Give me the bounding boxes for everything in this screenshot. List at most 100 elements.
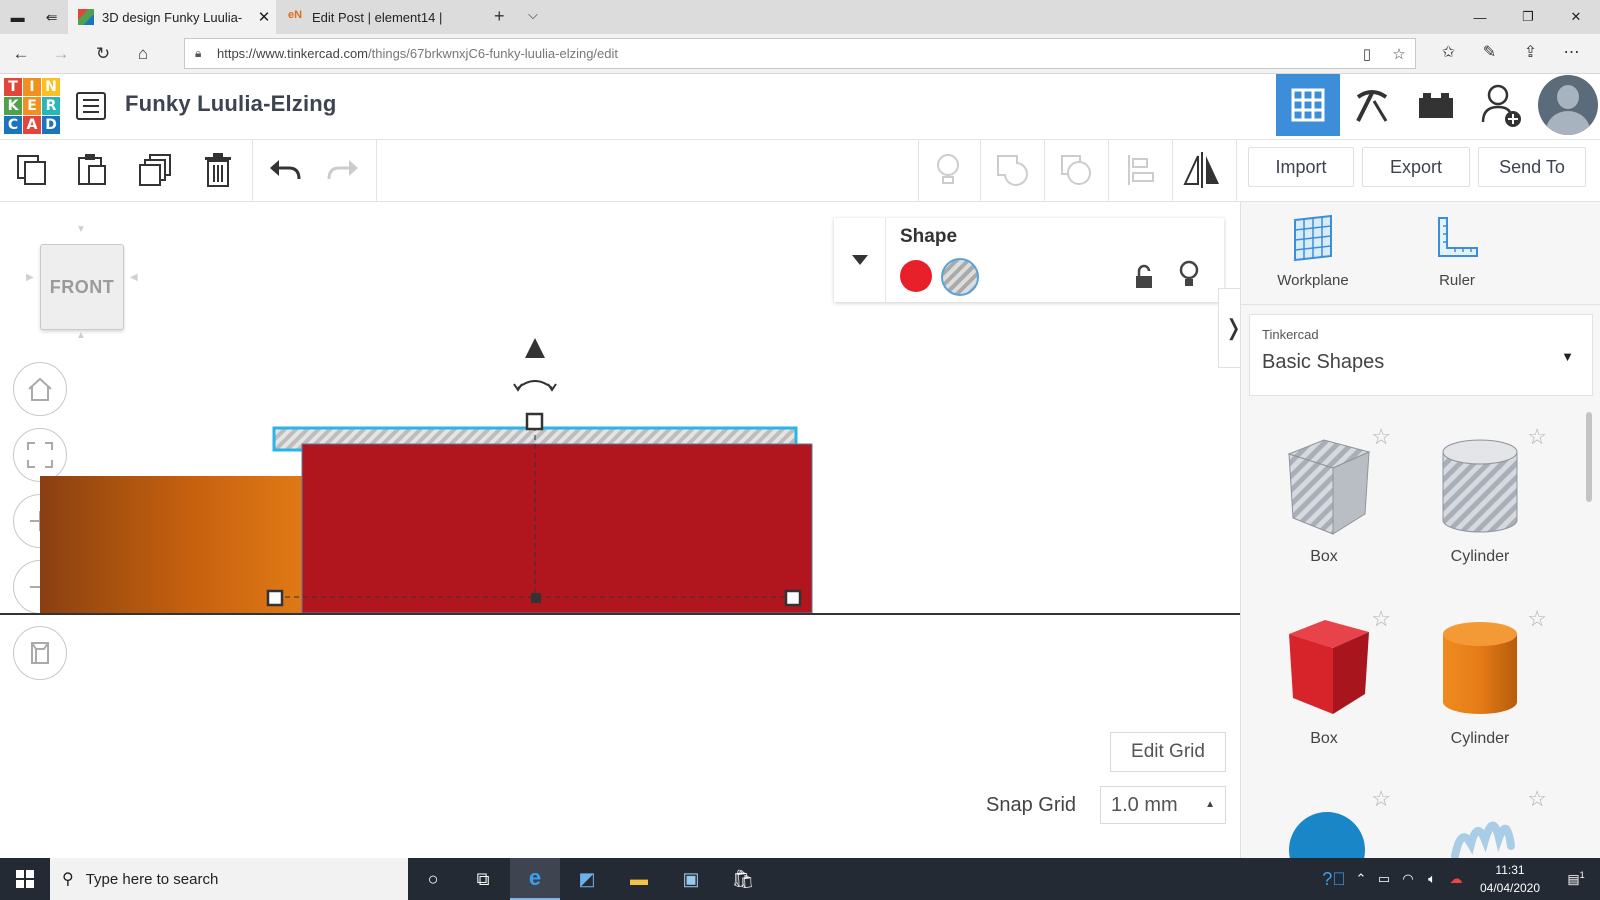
hide-shape-button[interactable] xyxy=(1178,260,1200,295)
help-icon[interactable]: ?⃝ xyxy=(1318,869,1350,890)
shape-cylinder-hole[interactable]: ☆ Cylinder xyxy=(1405,424,1555,594)
ungroup-button[interactable] xyxy=(1052,148,1100,192)
favorite-star-icon[interactable]: ☆ xyxy=(1527,424,1547,450)
tab-tinkercad[interactable]: 3D design Funky Luulia- ✕ xyxy=(68,0,276,34)
mirror-icon xyxy=(1183,152,1219,188)
logo-letter: E xyxy=(23,97,41,115)
chevron-up-icon[interactable]: ⌃ xyxy=(1350,871,1372,887)
cortana-icon[interactable]: ○ xyxy=(408,858,458,900)
export-button[interactable]: Export xyxy=(1362,147,1470,187)
task-view-icon[interactable]: ⧉ xyxy=(458,858,508,900)
collapse-panel-button[interactable] xyxy=(834,218,886,302)
rotate-handle-icon[interactable] xyxy=(517,380,553,389)
minimize-icon[interactable]: — xyxy=(1456,0,1504,34)
snap-grid-value: 1.0 mm xyxy=(1111,793,1178,816)
workplane-tool[interactable]: Workplane xyxy=(1263,214,1363,289)
red-box-shape[interactable] xyxy=(301,443,813,614)
redo-arrow-icon xyxy=(327,160,358,180)
notification-center-icon[interactable]: ▤1 xyxy=(1552,870,1600,887)
tab-set-aside-icon[interactable]: ▬ xyxy=(11,9,25,25)
taskbar-search-input[interactable]: ⚲ Type here to search xyxy=(50,858,408,900)
start-button[interactable] xyxy=(0,858,50,900)
clock-date: 04/04/2020 xyxy=(1479,881,1541,895)
more-icon[interactable]: ⋯ xyxy=(1551,42,1592,62)
tab-list-chevron-icon[interactable]: ⌵ xyxy=(528,7,538,23)
tabs-back-icon[interactable]: ⇚ xyxy=(46,9,58,26)
favorite-star-icon[interactable]: ☆ xyxy=(1371,786,1391,812)
ruler-tool[interactable]: Ruler xyxy=(1407,214,1507,289)
tab-element14[interactable]: eN Edit Post | element14 | xyxy=(278,0,478,34)
battery-icon[interactable]: ▭ xyxy=(1372,871,1396,887)
close-window-icon[interactable]: ✕ xyxy=(1552,0,1600,34)
app-icon[interactable]: ◩ xyxy=(562,858,612,900)
design-list-icon[interactable] xyxy=(76,92,106,120)
lock-shape-button[interactable] xyxy=(1134,264,1154,295)
shape-box-hole[interactable]: ☆ Box xyxy=(1249,424,1399,594)
store-icon[interactable]: 🛍︎ xyxy=(718,858,768,900)
favorites-list-icon[interactable]: ✩ xyxy=(1428,42,1469,62)
edge-browser-icon[interactable]: e xyxy=(510,858,560,900)
workplane-viewport[interactable]: ▼ ▶ ◀ ▲ FRONT Shape Edit Grid Snap Grid … xyxy=(0,202,1240,858)
home-icon[interactable]: ⌂ xyxy=(130,41,156,67)
pen-icon[interactable]: ✎ xyxy=(1469,42,1510,62)
lift-arrow-handle[interactable] xyxy=(525,338,545,358)
right-corner-handle[interactable] xyxy=(784,589,802,607)
mirror-button[interactable] xyxy=(1178,148,1226,192)
back-arrow-icon[interactable]: ← xyxy=(8,41,34,67)
close-tab-icon[interactable]: ✕ xyxy=(252,8,276,26)
tinkercad-logo[interactable]: T I N K E R C A D xyxy=(4,78,60,134)
onedrive-error-icon[interactable]: ☁︎ xyxy=(1444,871,1468,887)
url-input[interactable]: 🔒︎ https://www.tinkercad.com/things/67br… xyxy=(184,38,1416,69)
delete-button[interactable] xyxy=(194,148,242,192)
group-button[interactable] xyxy=(988,148,1036,192)
3d-design-mode-button[interactable] xyxy=(1276,74,1340,136)
shape-scribble[interactable]: ☆ xyxy=(1405,786,1555,858)
edit-grid-button[interactable]: Edit Grid xyxy=(1110,732,1226,772)
left-corner-handle[interactable] xyxy=(266,589,284,607)
share-icon[interactable]: ⇪ xyxy=(1510,42,1551,62)
shape-box-solid[interactable]: ☆ Box xyxy=(1249,606,1399,776)
hole-button[interactable] xyxy=(941,258,979,296)
align-button[interactable] xyxy=(1116,148,1164,192)
import-button[interactable]: Import xyxy=(1248,147,1354,187)
clock[interactable]: 11:31 04/04/2020 xyxy=(1468,861,1552,897)
build-mode-button[interactable] xyxy=(1340,74,1404,136)
favorite-star-icon[interactable]: ☆ xyxy=(1527,786,1547,812)
favorite-star-icon[interactable]: ☆ xyxy=(1383,45,1415,63)
undo-button[interactable] xyxy=(260,148,308,192)
snap-grid-select[interactable]: 1.0 mm ▲ xyxy=(1100,786,1226,824)
forward-arrow-icon[interactable]: → xyxy=(48,41,74,67)
restore-icon[interactable]: ❐ xyxy=(1504,0,1552,34)
blocks-mode-button[interactable] xyxy=(1404,74,1468,136)
new-tab-plus-icon[interactable]: + xyxy=(494,6,505,27)
favorite-star-icon[interactable]: ☆ xyxy=(1371,424,1391,450)
shape-label: Box xyxy=(1310,548,1338,565)
invite-user-button[interactable] xyxy=(1470,74,1534,136)
file-explorer-icon[interactable]: ▬ xyxy=(614,858,664,900)
shapes-scrollbar[interactable] xyxy=(1586,412,1592,502)
volume-icon[interactable]: 🔈︎ xyxy=(1420,871,1444,887)
redo-button[interactable] xyxy=(320,148,368,192)
orange-cylinder-shape[interactable] xyxy=(40,476,305,613)
paste-button[interactable] xyxy=(68,148,116,192)
refresh-icon[interactable]: ↻ xyxy=(90,41,116,67)
favorite-star-icon[interactable]: ☆ xyxy=(1527,606,1547,632)
solid-color-button[interactable] xyxy=(900,260,932,292)
copy-button[interactable] xyxy=(8,148,56,192)
tab-title: Edit Post | element14 | xyxy=(312,9,443,25)
design-title[interactable]: Funky Luulia-Elzing xyxy=(125,91,337,117)
favorite-star-icon[interactable]: ☆ xyxy=(1371,606,1391,632)
wifi-icon[interactable]: ◠ xyxy=(1396,871,1420,887)
user-avatar[interactable] xyxy=(1538,75,1598,135)
photos-icon[interactable]: ▣ xyxy=(666,858,716,900)
shape-sphere-solid[interactable]: ☆ xyxy=(1249,786,1399,858)
send-to-button[interactable]: Send To xyxy=(1478,147,1586,187)
shape-library-select[interactable]: Tinkercad Basic Shapes ▼ xyxy=(1249,314,1593,396)
top-resize-handle[interactable] xyxy=(525,412,544,431)
center-bottom-handle[interactable] xyxy=(531,593,541,603)
show-all-button[interactable] xyxy=(924,148,972,192)
reading-view-icon[interactable]: ▯ xyxy=(1351,45,1383,63)
duplicate-button[interactable] xyxy=(132,148,180,192)
shape-cylinder-solid[interactable]: ☆ Cylinder xyxy=(1405,606,1555,776)
url-text: https://www.tinkercad.com/things/67brkwn… xyxy=(217,46,1351,61)
